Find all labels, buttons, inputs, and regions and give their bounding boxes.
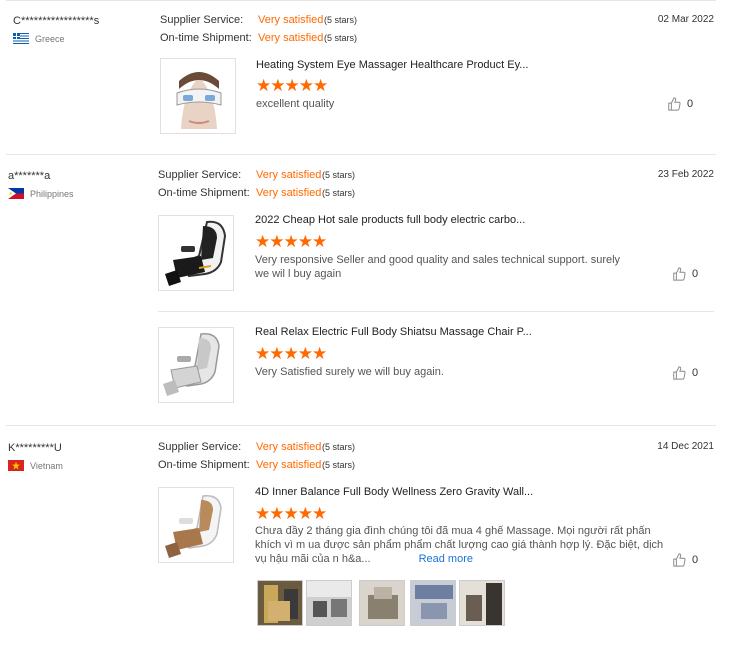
reviewer-country: Greece [13, 33, 65, 44]
review-comment: Chưa đầy 2 tháng gia đình chúng tôi đã m… [255, 524, 675, 566]
like-button[interactable]: 0 [672, 366, 698, 380]
rating-stars-count: (5 stars) [322, 460, 356, 470]
review-comment: Very responsive Seller and good quality … [255, 254, 621, 280]
rating-label: Supplier Service: [160, 14, 244, 26]
rating-value: Very satisfied [256, 169, 322, 181]
vietnam-flag-icon [8, 460, 24, 471]
rating-label: On-time Shipment: [158, 187, 250, 199]
thumbs-up-icon [673, 553, 686, 567]
review-date: 02 Mar 2022 [657, 14, 714, 25]
review-photo[interactable] [257, 580, 303, 626]
rating-label: Supplier Service: [158, 169, 242, 181]
on-time-shipment-rating: On-time Shipment: Very satisfied (5 star… [160, 32, 357, 44]
product-star-rating: ★★★★★ [255, 344, 327, 363]
rating-stars-count: (5 stars) [322, 442, 356, 452]
supplier-service-rating: Supplier Service: Very satisfied (5 star… [158, 441, 355, 453]
reviewer-name: K*********U [8, 442, 62, 454]
reviewer-country: Vietnam [8, 460, 63, 471]
review-photo-image [360, 581, 404, 625]
review-photo[interactable] [459, 580, 505, 626]
product-star-rating: ★★★★★ [255, 232, 327, 251]
rating-stars-count: (5 stars) [322, 170, 356, 180]
eye-massager-image [161, 59, 235, 133]
reviewer-name: a*******a [8, 170, 51, 182]
review-divider [6, 425, 716, 426]
product-star-rating: ★★★★★ [256, 76, 328, 95]
review-photo-image [258, 581, 302, 625]
thumbs-up-icon [673, 267, 686, 281]
massage-chair-black-image [159, 216, 233, 290]
like-count: 0 [692, 367, 699, 379]
rating-label: On-time Shipment: [158, 459, 250, 471]
like-count: 0 [692, 268, 699, 280]
rating-stars-count: (5 stars) [324, 33, 358, 43]
rating-value: Very satisfied [256, 459, 322, 471]
supplier-service-rating: Supplier Service: Very satisfied (5 star… [160, 14, 357, 26]
rating-stars-count: (5 stars) [324, 15, 358, 25]
greece-flag-icon [13, 33, 29, 44]
like-button[interactable]: 0 [667, 97, 693, 111]
country-name: Greece [35, 33, 65, 44]
review-comment: Very Satisfied surely we will buy again. [255, 366, 444, 378]
rating-value: Very satisfied [258, 32, 324, 44]
philippines-flag-icon [8, 188, 24, 199]
rating-value: Very satisfied [256, 441, 322, 453]
on-time-shipment-rating: On-time Shipment: Very satisfied (5 star… [158, 459, 355, 471]
supplier-service-rating: Supplier Service: Very satisfied (5 star… [158, 169, 355, 181]
review-photo-image [411, 581, 455, 625]
product-thumbnail[interactable] [158, 215, 234, 291]
product-thumbnail[interactable] [158, 487, 234, 563]
on-time-shipment-rating: On-time Shipment: Very satisfied (5 star… [158, 187, 355, 199]
rating-label: On-time Shipment: [160, 32, 252, 44]
review-photo-image [460, 581, 504, 625]
review-photo[interactable] [359, 580, 405, 626]
like-count: 0 [687, 98, 694, 110]
review-photo[interactable] [306, 580, 352, 626]
product-thumbnail[interactable] [158, 327, 234, 403]
massage-chair-grey-image [159, 328, 233, 402]
massage-chair-gold-image [159, 488, 233, 562]
rating-value: Very satisfied [258, 14, 324, 26]
review-top-divider [6, 0, 716, 1]
reviewer-name: C*****************s [13, 15, 100, 27]
read-more-link[interactable]: Read more [419, 553, 473, 565]
product-thumbnail[interactable] [160, 58, 236, 134]
rating-value: Very satisfied [256, 187, 322, 199]
product-title-link[interactable]: 4D Inner Balance Full Body Wellness Zero… [255, 486, 533, 498]
review-date: 23 Feb 2022 [657, 169, 714, 180]
thumbs-up-icon [673, 366, 686, 380]
review-date: 14 Dec 2021 [657, 441, 714, 452]
rating-label: Supplier Service: [158, 441, 242, 453]
review-photo[interactable] [410, 580, 456, 626]
review-photo-image [307, 581, 351, 625]
like-button[interactable]: 0 [672, 267, 698, 281]
product-title-link[interactable]: Heating System Eye Massager Healthcare P… [256, 59, 528, 71]
like-count: 0 [692, 554, 699, 566]
like-button[interactable]: 0 [672, 553, 698, 567]
country-name: Philippines [30, 188, 74, 199]
product-star-rating: ★★★★★ [255, 504, 327, 523]
thumbs-up-icon [668, 97, 681, 111]
review-comment: excellent quality [256, 98, 335, 110]
country-name: Vietnam [30, 460, 63, 471]
reviewer-country: Philippines [8, 188, 74, 199]
review-divider [6, 154, 716, 155]
product-title-link[interactable]: 2022 Cheap Hot sale products full body e… [255, 214, 525, 226]
rating-stars-count: (5 stars) [322, 188, 356, 198]
product-title-link[interactable]: Real Relax Electric Full Body Shiatsu Ma… [255, 326, 532, 338]
product-divider [158, 311, 714, 312]
